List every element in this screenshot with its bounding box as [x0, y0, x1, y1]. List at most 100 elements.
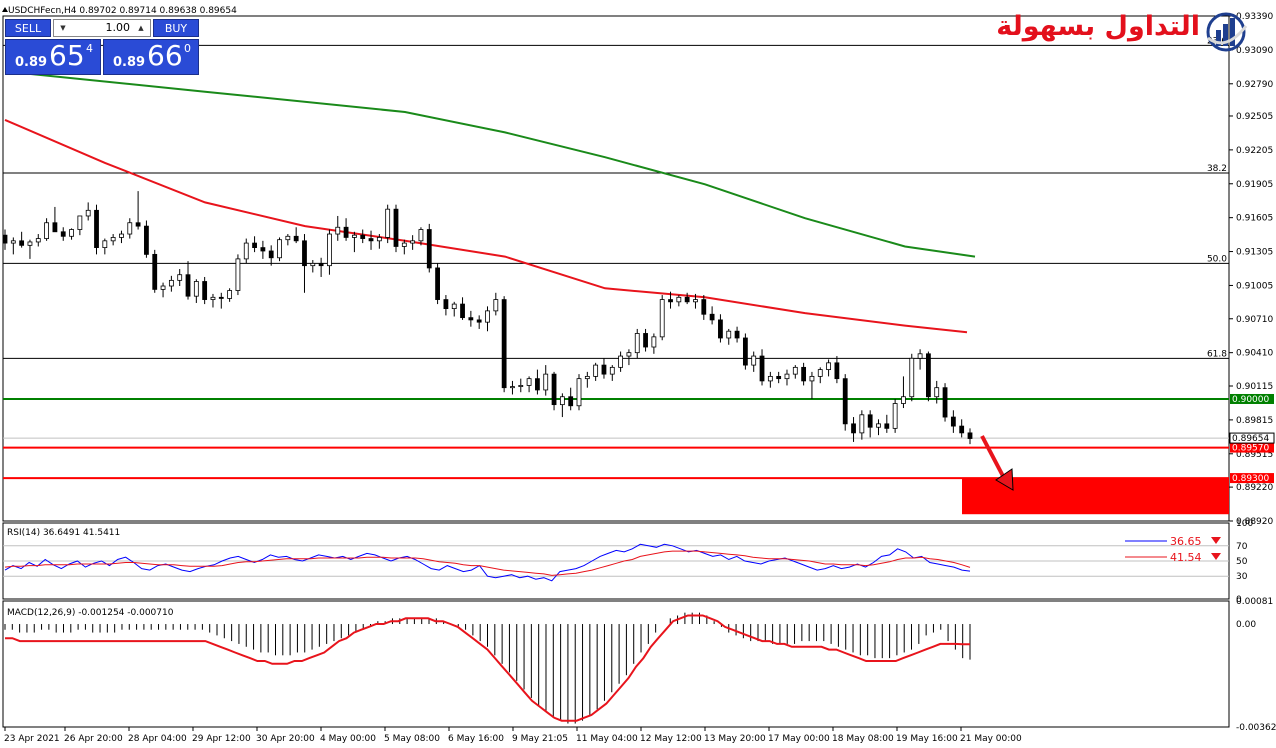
macd-axis-label: 0.00 — [1236, 620, 1256, 630]
bull-candle-body — [102, 240, 108, 248]
bull-candle-body — [160, 285, 166, 290]
bear-candle-body — [468, 317, 474, 321]
bull-candle-body — [376, 237, 382, 242]
price-axis-label: 0.91605 — [1236, 214, 1273, 224]
one-click-trading-panel: SELL ▼ 1.00 ▲ BUY 0.89 65 4 0.89 66 0 — [5, 19, 199, 75]
bull-candle-body — [27, 241, 33, 246]
bear-candle-body — [135, 222, 141, 227]
bull-candle-body — [917, 353, 923, 359]
bear-candle-body — [318, 263, 324, 267]
price-axis-label: 0.90710 — [1236, 315, 1273, 325]
lot-size-field[interactable]: ▼ 1.00 ▲ — [53, 19, 151, 37]
rsi-axis-label: 30 — [1236, 572, 1248, 582]
price-axis-label: 0.90115 — [1236, 382, 1273, 392]
buy-button[interactable]: BUY — [153, 19, 199, 37]
bear-candle-body — [260, 247, 266, 252]
trading-chart[interactable]: 0.933900.930900.927900.925050.922050.919… — [0, 0, 1276, 748]
bear-candle-body — [268, 250, 274, 259]
bear-candle-body — [218, 296, 224, 299]
time-axis-label: 30 Apr 20:00 — [256, 734, 315, 744]
bear-candle-body — [942, 387, 948, 418]
lot-increase-icon[interactable]: ▲ — [134, 20, 148, 36]
bull-candle-body — [626, 352, 632, 357]
bull-candle-body — [934, 387, 940, 398]
bull-candle-body — [493, 299, 499, 312]
price-axis-label: 0.92505 — [1236, 112, 1273, 122]
candle — [144, 220, 149, 258]
bull-candle-body — [859, 414, 865, 434]
bull-candle-body — [651, 336, 657, 348]
bear-candle-body — [601, 364, 607, 375]
bear-candle-body — [252, 242, 257, 248]
bull-candle-body — [327, 233, 332, 267]
time-axis-label: 6 May 16:00 — [448, 734, 504, 744]
bear-candle-body — [152, 253, 158, 290]
bull-candle-body — [177, 274, 183, 281]
bull-candle-body — [559, 396, 565, 406]
rsi-legend-value: 41.54 — [1170, 551, 1202, 564]
bear-candle-body — [959, 425, 965, 434]
symbol-header: USDCHFecn,H4 0.89702 0.89714 0.89638 0.8… — [8, 6, 237, 16]
candle — [501, 296, 507, 393]
candle — [277, 237, 282, 262]
bear-candle-body — [460, 303, 465, 319]
price-axis-label: 0.92790 — [1236, 80, 1273, 90]
fibonacci-level-label: 61.8 — [1207, 349, 1227, 359]
buy-price-sup: 0 — [184, 42, 191, 55]
buy-price-box[interactable]: 0.89 66 0 — [103, 39, 199, 75]
bull-candle-body — [901, 396, 906, 404]
price-axis-label: 0.91305 — [1236, 248, 1273, 258]
bear-candle-body — [501, 299, 507, 389]
bear-candle-body — [867, 414, 873, 428]
candle — [385, 204, 391, 244]
bull-candle-body — [609, 366, 615, 375]
bull-candle-body — [168, 279, 174, 287]
bull-candle-body — [792, 366, 798, 375]
current-price-tag-label: 0.89654 — [1232, 434, 1269, 444]
bull-candle-body — [277, 239, 282, 259]
bull-candle-body — [210, 296, 216, 300]
price-axis-label: 0.89220 — [1236, 483, 1273, 493]
time-axis-label: 28 Apr 04:00 — [128, 734, 187, 744]
bull-candle-body — [235, 258, 241, 291]
bear-candle-body — [144, 225, 149, 255]
bear-candle-body — [443, 299, 449, 310]
price-level-tag-label: 0.89300 — [1232, 474, 1269, 484]
macd-axis-label: -0.003622 — [1236, 723, 1276, 733]
fibonacci-level-label: 50.0 — [1207, 254, 1227, 264]
bear-candle-body — [343, 226, 349, 238]
bull-candle-body — [35, 238, 41, 243]
bull-candle-body — [618, 355, 624, 368]
bear-candle-body — [2, 234, 8, 244]
price-axis-label: 0.91005 — [1236, 281, 1273, 291]
macd-axis-label: 0.00081 — [1236, 597, 1273, 607]
fibonacci-level-label: 38.2 — [1207, 164, 1227, 174]
bull-candle-body — [418, 229, 424, 242]
candle — [842, 374, 848, 431]
bull-candle-body — [310, 263, 316, 267]
rsi-legend-value: 36.65 — [1170, 535, 1202, 548]
bull-candle-body — [451, 303, 457, 310]
sell-price-box[interactable]: 0.89 65 4 — [5, 39, 101, 75]
bear-candle-body — [701, 299, 707, 315]
candle — [426, 223, 432, 273]
candle — [435, 263, 440, 305]
bull-candle-body — [543, 373, 549, 391]
sell-button[interactable]: SELL — [5, 19, 51, 37]
rsi-axis-label: 50 — [1236, 557, 1248, 567]
bear-candle-body — [668, 299, 673, 303]
bear-candle-body — [435, 267, 440, 300]
time-axis-label: 11 May 04:00 — [576, 734, 638, 744]
bull-candle-body — [351, 234, 357, 238]
lot-decrease-icon[interactable]: ▼ — [56, 20, 70, 36]
price-axis-label: 0.89815 — [1236, 416, 1273, 426]
bull-candle-body — [85, 209, 91, 217]
sell-price-big: 65 — [49, 39, 85, 72]
bear-candle-body — [293, 235, 299, 242]
candle — [742, 333, 748, 370]
bear-candle-body — [19, 240, 25, 246]
bull-candle-body — [510, 386, 515, 389]
time-axis-label: 4 May 00:00 — [320, 734, 376, 744]
bull-candle-body — [693, 299, 698, 303]
bull-candle-body — [584, 375, 590, 380]
